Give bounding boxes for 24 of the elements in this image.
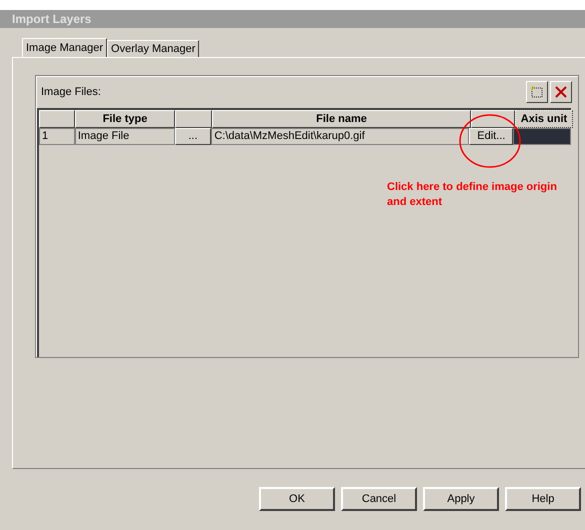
column-header: [39, 110, 75, 128]
dialog-button[interactable]: Cancel: [341, 487, 417, 511]
dialog-button[interactable]: OK: [259, 487, 335, 511]
dialog-button[interactable]: Help: [505, 487, 581, 511]
tab[interactable]: Image Manager: [22, 38, 108, 57]
group-label: Image Files:: [41, 84, 101, 100]
new-file-icon: [530, 85, 544, 99]
new-file-button[interactable]: [526, 81, 548, 103]
close-icon: [554, 85, 568, 99]
annotation-text: Click here to define image origin and extent: [387, 180, 558, 210]
annotation-circle: [458, 113, 522, 169]
browse-button[interactable]: ...: [174, 128, 212, 145]
delete-button[interactable]: [550, 81, 572, 103]
column-header: File type: [75, 110, 175, 128]
column-header: [471, 110, 515, 128]
column-header: File name: [212, 110, 471, 128]
row-number: 1: [39, 128, 75, 145]
dialog-button[interactable]: Apply: [423, 487, 499, 511]
table-cell: Image File: [74, 128, 174, 145]
window-title: Import Layers: [0, 10, 585, 28]
edit-button[interactable]: Edit...: [469, 128, 514, 145]
tab[interactable]: Overlay Manager: [107, 40, 200, 57]
table-cell: C:\data\MzMeshEdit\karup0.gif: [211, 128, 470, 145]
column-header: [175, 110, 212, 128]
